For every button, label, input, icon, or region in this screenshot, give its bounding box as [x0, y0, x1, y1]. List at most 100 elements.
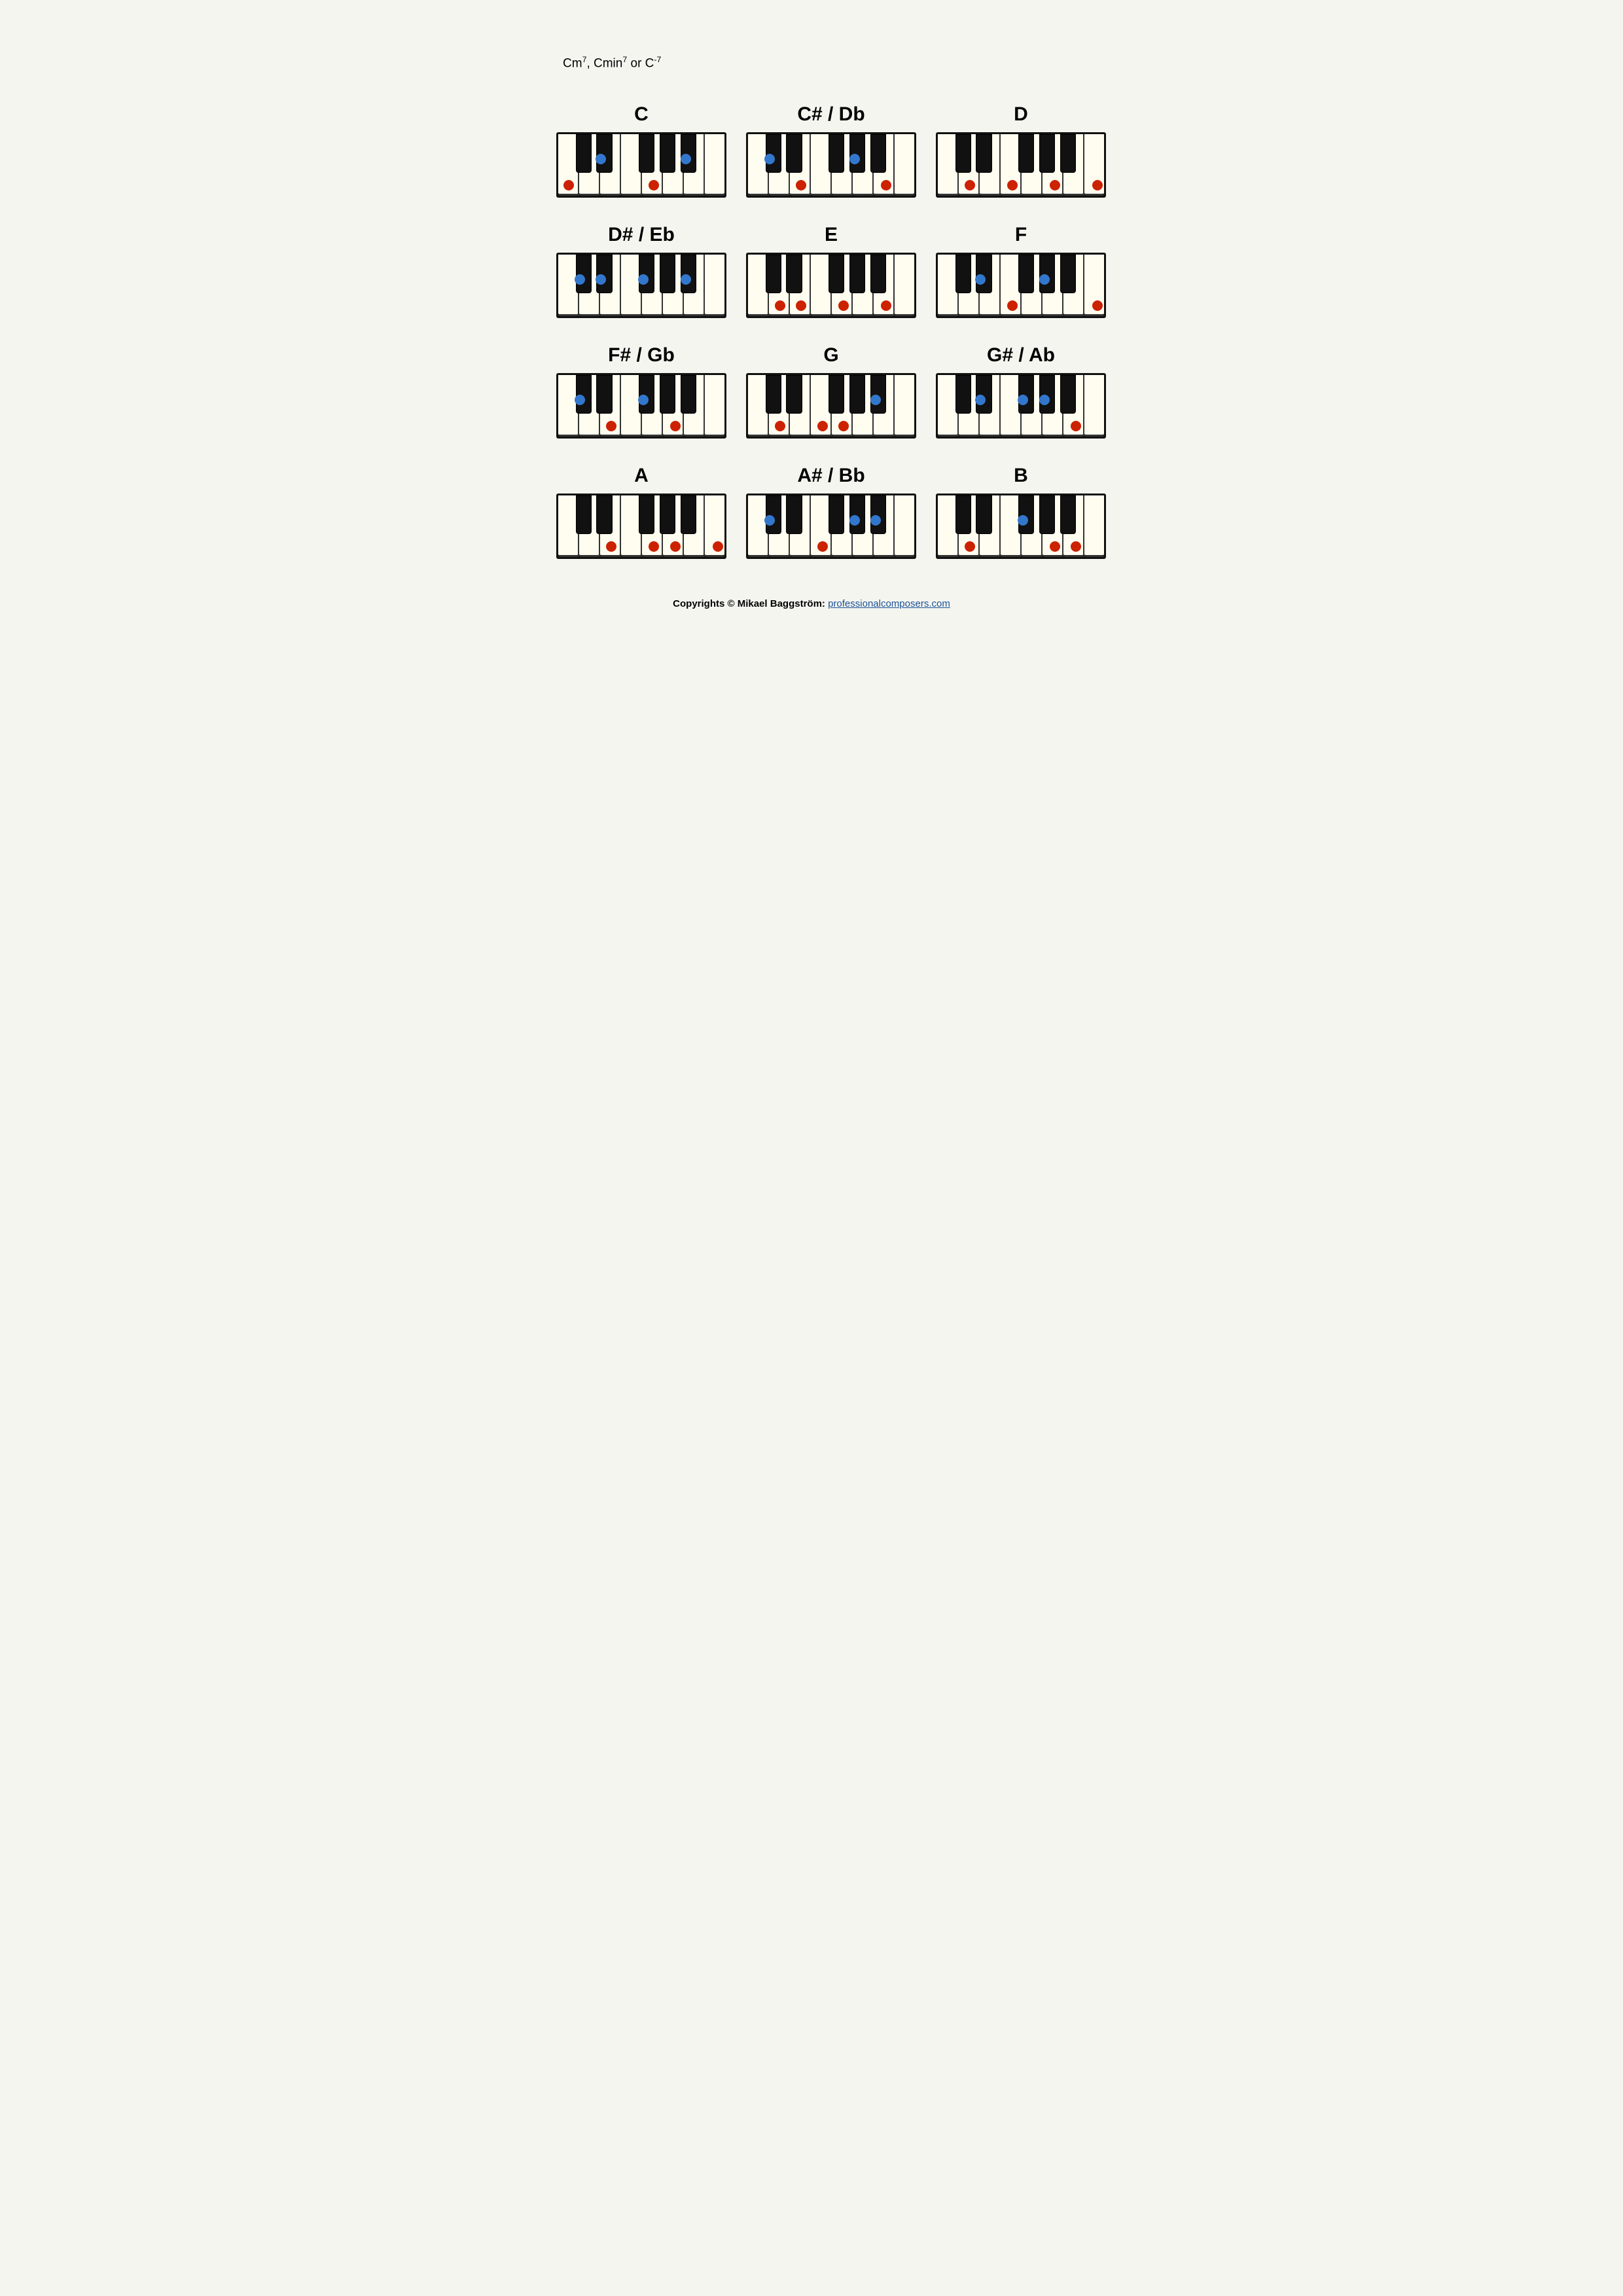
white-key: [705, 375, 724, 437]
white-key: [895, 495, 914, 557]
white-key: [748, 134, 769, 196]
white-key: [895, 255, 914, 316]
white-keys: [558, 375, 724, 437]
note-dot: [606, 421, 616, 431]
chord-name: C: [634, 103, 649, 126]
white-key: [980, 255, 1001, 316]
note-dot: [1007, 180, 1018, 190]
white-key: [938, 495, 959, 557]
note-dot: [649, 180, 659, 190]
white-key: [621, 375, 642, 437]
white-key: [811, 134, 832, 196]
white-key: [621, 255, 642, 316]
white-key: [663, 255, 684, 316]
note-dot: [965, 541, 975, 552]
note-dot: [1039, 274, 1050, 285]
note-dot: [1018, 515, 1028, 526]
chord-name: A# / Bb: [797, 465, 865, 487]
white-keys: [558, 134, 724, 196]
chord-name: F: [1015, 224, 1027, 246]
info-example: [895, 52, 1060, 71]
white-key: [684, 134, 705, 196]
note-dot: [1050, 541, 1060, 552]
white-key: [1001, 495, 1022, 557]
chord-item: D# / Eb: [556, 224, 726, 318]
note-dot: [713, 541, 723, 552]
white-key: [874, 375, 895, 437]
white-key: [1022, 495, 1043, 557]
white-key: [938, 134, 959, 196]
chord-item: F: [936, 224, 1106, 318]
white-key: [663, 134, 684, 196]
chords-grid: C C# / Db D D# / Eb E F F# / Gb G G# / A…: [556, 103, 1067, 559]
note-dot: [975, 274, 986, 285]
white-key: [811, 255, 832, 316]
note-dot: [1092, 180, 1103, 190]
white-key: [1084, 495, 1104, 557]
chord-name: B: [1014, 465, 1028, 487]
note-dot: [775, 421, 785, 431]
white-key: [832, 495, 853, 557]
white-key: [769, 134, 790, 196]
chord-item: G: [746, 344, 916, 439]
chord-name-value: Cm7, Cmin7 or C-7: [563, 55, 728, 71]
chord-name: D: [1014, 103, 1028, 126]
chord-item: D: [936, 103, 1106, 198]
note-dot: [870, 395, 881, 405]
note-dot: [575, 395, 585, 405]
white-key: [621, 134, 642, 196]
chord-name: E: [825, 224, 838, 246]
note-dot: [796, 180, 806, 190]
note-dot: [965, 180, 975, 190]
white-key: [705, 255, 724, 316]
note-dot: [870, 515, 881, 526]
note-dot: [681, 274, 691, 285]
piano-keyboard: [746, 132, 916, 198]
white-keys: [938, 255, 1104, 316]
white-key: [684, 375, 705, 437]
white-keys: [558, 255, 724, 316]
note-dot: [1018, 395, 1028, 405]
white-key: [579, 495, 600, 557]
info-chord-pattern: [728, 52, 894, 71]
note-dot: [849, 515, 860, 526]
note-dot: [638, 274, 649, 285]
note-dot: [638, 395, 649, 405]
chord-name: A: [634, 465, 649, 487]
white-key: [1084, 375, 1104, 437]
white-key: [1022, 134, 1043, 196]
note-dot: [881, 180, 891, 190]
white-key: [1043, 375, 1063, 437]
white-key: [790, 495, 811, 557]
note-dot: [1050, 180, 1060, 190]
note-dot: [681, 154, 691, 164]
chord-item: E: [746, 224, 916, 318]
white-key: [959, 255, 980, 316]
white-key: [790, 375, 811, 437]
piano-keyboard: [936, 132, 1106, 198]
chord-item: G# / Ab: [936, 344, 1106, 439]
note-dot: [796, 300, 806, 311]
white-key: [895, 134, 914, 196]
white-key: [579, 255, 600, 316]
white-key: [642, 375, 663, 437]
footer-text: Copyrights © Mikael Baggström: professio…: [673, 598, 950, 609]
note-dot: [1007, 300, 1018, 311]
white-key: [853, 255, 874, 316]
white-key: [642, 255, 663, 316]
note-dot: [596, 274, 606, 285]
piano-keyboard: [556, 373, 726, 439]
note-dot: [563, 180, 574, 190]
white-key: [748, 495, 769, 557]
chord-name: D# / Eb: [608, 224, 675, 246]
note-dot: [649, 541, 659, 552]
note-dot: [1071, 421, 1081, 431]
piano-keyboard: [746, 253, 916, 318]
white-key: [1022, 375, 1043, 437]
footer-link[interactable]: professionalcomposers.com: [828, 598, 950, 609]
note-dot: [775, 300, 785, 311]
note-dot: [817, 421, 828, 431]
white-key: [980, 495, 1001, 557]
white-key: [769, 495, 790, 557]
white-keys: [748, 495, 914, 557]
